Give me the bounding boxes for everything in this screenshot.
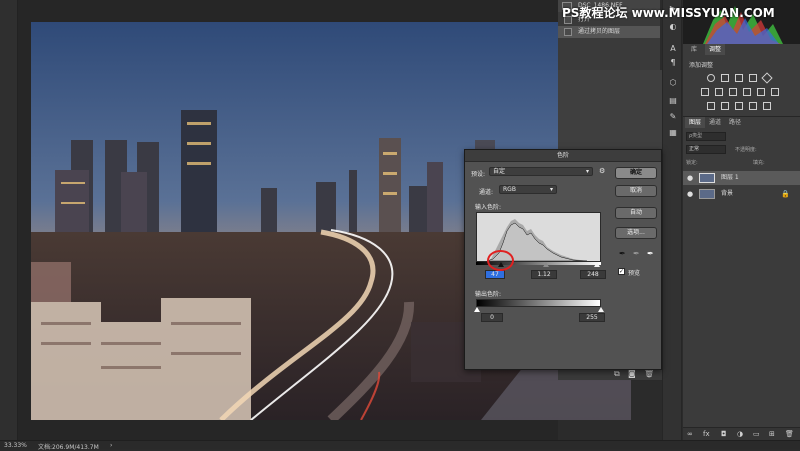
color-lookup-icon[interactable] bbox=[771, 88, 779, 96]
preview-label: 预览 bbox=[628, 270, 641, 277]
camera-icon[interactable]: ◙ bbox=[628, 369, 636, 378]
highlight-circle bbox=[487, 250, 514, 271]
channel-label: 通道: bbox=[479, 189, 494, 196]
input-black-field[interactable]: 47 bbox=[485, 270, 505, 279]
layer-thumbnail bbox=[699, 173, 715, 183]
lock-label: 锁定: bbox=[686, 160, 698, 166]
trash-icon[interactable]: 🗑 bbox=[785, 430, 794, 438]
channel-mixer-icon[interactable] bbox=[757, 88, 765, 96]
adjustments-panel: 库 调整 添加调整 bbox=[683, 44, 800, 116]
document-info: 文档:206.9M/413.7M bbox=[38, 444, 99, 451]
exposure-icon[interactable] bbox=[749, 74, 757, 82]
paragraph-icon[interactable]: ¶ bbox=[668, 58, 678, 68]
input-white-field[interactable]: 248 bbox=[580, 270, 606, 279]
tab-paths[interactable]: 路径 bbox=[725, 117, 745, 128]
tab-layers[interactable]: 图层 bbox=[685, 117, 706, 128]
output-gradient bbox=[476, 299, 601, 307]
channel-select[interactable]: RGB ▾ bbox=[499, 185, 557, 194]
link-icon[interactable]: ∞ bbox=[687, 430, 693, 438]
chevron-right-icon[interactable]: › bbox=[110, 442, 112, 449]
invert-icon[interactable] bbox=[707, 102, 715, 110]
adjustment-layer-icon[interactable]: ◑ bbox=[737, 430, 743, 438]
tab-adjustments[interactable]: 调整 bbox=[705, 44, 726, 55]
fx-icon[interactable]: fx bbox=[703, 430, 710, 438]
history-step-icon bbox=[564, 28, 572, 36]
dialog-title: 色阶 bbox=[465, 150, 661, 162]
layers-footer: ∞ fx ◘ ◑ ▭ ⊞ 🗑 bbox=[683, 427, 800, 441]
color-balance-icon[interactable] bbox=[715, 88, 723, 96]
preset-value: 自定 bbox=[493, 168, 506, 175]
output-black-field[interactable]: 0 bbox=[481, 313, 503, 322]
preset-select[interactable]: 自定 ▾ bbox=[489, 167, 593, 176]
output-levels-label: 输出色阶: bbox=[475, 291, 502, 298]
3d-icon[interactable]: ⬡ bbox=[668, 78, 678, 88]
channel-value: RGB bbox=[503, 186, 516, 193]
levels-icon[interactable] bbox=[721, 74, 729, 82]
trash-icon[interactable]: 🗑 bbox=[644, 369, 654, 378]
lock-icon: 🔒 bbox=[781, 190, 790, 198]
adjustments-title: 添加调整 bbox=[689, 62, 714, 69]
layer-row-layer1[interactable]: ● 图层 1 bbox=[683, 171, 800, 185]
panel-icon-column: ▶ ◐ A ¶ ⬡ ▤ ✎ ▦ bbox=[662, 0, 682, 440]
new-document-from-state-icon[interactable]: ⧉ bbox=[614, 369, 620, 379]
tab-channels[interactable]: 通道 bbox=[705, 117, 725, 128]
opacity-label: 不透明度: bbox=[735, 147, 757, 153]
input-gamma-slider[interactable] bbox=[543, 262, 549, 267]
chevron-down-icon: ▾ bbox=[585, 168, 589, 175]
posterize-icon[interactable] bbox=[721, 102, 729, 110]
ok-button[interactable]: 确定 bbox=[615, 167, 657, 179]
eye-icon[interactable]: ● bbox=[687, 187, 693, 201]
input-white-slider[interactable] bbox=[594, 262, 600, 267]
status-bar: 33.33% 文档:206.9M/413.7M › bbox=[0, 440, 800, 451]
curves-icon[interactable] bbox=[735, 74, 743, 82]
threshold-icon[interactable] bbox=[735, 102, 743, 110]
cancel-button[interactable]: 取消 bbox=[615, 185, 657, 197]
output-white-slider[interactable] bbox=[598, 307, 604, 312]
white-eyedropper-icon[interactable]: ✒ bbox=[647, 249, 654, 258]
output-black-slider[interactable] bbox=[474, 307, 480, 312]
chevron-down-icon: ▾ bbox=[549, 186, 553, 193]
output-white-field[interactable]: 255 bbox=[579, 313, 605, 322]
history-item-layer-via-copy[interactable]: 通过拷贝的图层 bbox=[558, 26, 660, 38]
black-eyedropper-icon[interactable]: ✒ bbox=[619, 249, 626, 258]
layer-row-background[interactable]: ● 背景 🔒 bbox=[683, 187, 800, 201]
selective-color-icon[interactable] bbox=[749, 102, 757, 110]
blend-mode-select[interactable]: 正常 bbox=[686, 145, 726, 154]
fill-label: 填充: bbox=[753, 160, 765, 166]
watermark: PS教程论坛 www.MISSYUAN.COM bbox=[562, 6, 775, 20]
folder-icon[interactable]: ▭ bbox=[753, 430, 760, 438]
swatches-icon[interactable]: ▦ bbox=[668, 128, 678, 138]
layer-filter-input[interactable]: ρ类型 bbox=[686, 132, 726, 141]
zoom-level[interactable]: 33.33% bbox=[4, 442, 27, 449]
vibrance-icon[interactable] bbox=[761, 72, 773, 84]
gear-icon[interactable]: ⚙ bbox=[599, 167, 605, 175]
gradient-map-icon[interactable] bbox=[763, 102, 771, 110]
brush-icon[interactable]: ✎ bbox=[668, 112, 678, 122]
layer-comps-icon[interactable]: ▤ bbox=[668, 96, 678, 106]
tab-libraries[interactable]: 库 bbox=[687, 44, 701, 55]
history-item-label: 通过拷贝的图层 bbox=[578, 28, 621, 35]
options-button[interactable]: 选项... bbox=[615, 227, 657, 239]
character-icon[interactable]: A bbox=[668, 44, 678, 54]
new-layer-icon[interactable]: ⊞ bbox=[769, 430, 775, 438]
preset-label: 预设: bbox=[471, 171, 486, 178]
photo-filter-icon[interactable] bbox=[743, 88, 751, 96]
input-levels-label: 输入色阶: bbox=[475, 204, 502, 211]
hue-saturation-icon[interactable] bbox=[701, 88, 709, 96]
layer-thumbnail bbox=[699, 189, 715, 199]
toolbar-strip bbox=[0, 0, 18, 440]
auto-button[interactable]: 自动 bbox=[615, 207, 657, 219]
layers-panel: 图层 通道 路径 ρ类型 正常 不透明度: 锁定: 填充: ● 图层 1 ● 背… bbox=[683, 116, 800, 441]
preview-checkbox[interactable]: ✓ bbox=[618, 268, 625, 275]
black-white-icon[interactable] bbox=[729, 88, 737, 96]
mask-icon[interactable]: ◘ bbox=[721, 430, 727, 438]
eye-icon[interactable]: ● bbox=[687, 171, 693, 185]
input-gamma-field[interactable]: 1.12 bbox=[531, 270, 557, 279]
layer-name: 背景 bbox=[721, 190, 734, 197]
brightness-contrast-icon[interactable] bbox=[707, 74, 715, 82]
gray-eyedropper-icon[interactable]: ✒ bbox=[633, 249, 640, 258]
history-empty-area bbox=[558, 40, 660, 70]
layer-name: 图层 1 bbox=[721, 174, 739, 181]
